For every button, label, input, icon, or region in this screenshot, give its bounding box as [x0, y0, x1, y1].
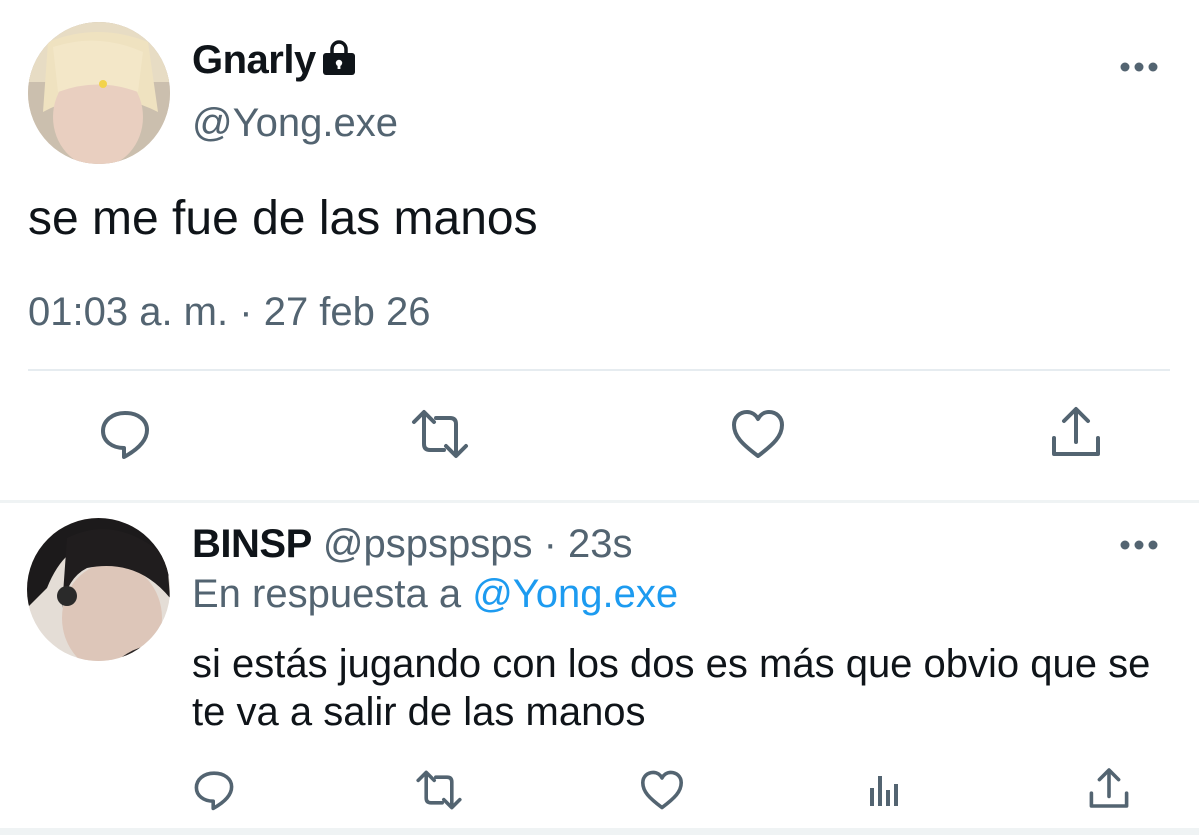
meta-separator: · — [543, 522, 557, 566]
in-reply-handle-link[interactable]: @Yong.exe — [472, 572, 678, 616]
more-options-icon[interactable] — [1118, 538, 1160, 552]
reply-icon[interactable] — [95, 404, 155, 464]
reply-author-avatar[interactable] — [27, 518, 170, 661]
lock-icon — [320, 40, 358, 76]
reply-text: si estás jugando con los dos es más que … — [192, 642, 1151, 734]
tweet-text: se me fue de las manos — [28, 192, 538, 245]
analytics-icon[interactable] — [862, 766, 910, 814]
reply-author-handle[interactable]: @pspspsps — [323, 522, 533, 566]
bottom-separator — [0, 828, 1199, 835]
in-reply-to: En respuesta a @Yong.exe — [192, 572, 678, 617]
retweet-icon[interactable] — [415, 766, 463, 814]
section-separator — [0, 500, 1199, 503]
meta-separator: · — [239, 290, 253, 334]
tweet-date: 27 feb 26 — [263, 290, 431, 334]
share-icon[interactable] — [1046, 404, 1106, 464]
author-handle[interactable]: @Yong.exe — [192, 101, 398, 146]
tweet-time: 01:03 a. m. — [28, 290, 229, 334]
in-reply-prefix: En respuesta a — [192, 572, 462, 616]
author-display-name[interactable]: Gnarly — [192, 38, 316, 83]
tweet-timestamp[interactable]: 01:03 a. m. · 27 feb 26 — [28, 290, 431, 335]
share-icon[interactable] — [1085, 766, 1133, 814]
divider — [28, 369, 1170, 371]
reply-icon[interactable] — [190, 766, 238, 814]
like-icon[interactable] — [638, 766, 686, 814]
reply-age[interactable]: 23s — [568, 522, 633, 566]
reply-header: BINSP @pspspsps · 23s — [192, 522, 633, 567]
author-avatar[interactable] — [28, 22, 170, 164]
retweet-icon[interactable] — [410, 404, 470, 464]
like-icon[interactable] — [728, 404, 788, 464]
more-options-icon[interactable] — [1118, 60, 1160, 74]
reply-author-display-name[interactable]: BINSP — [192, 522, 312, 566]
